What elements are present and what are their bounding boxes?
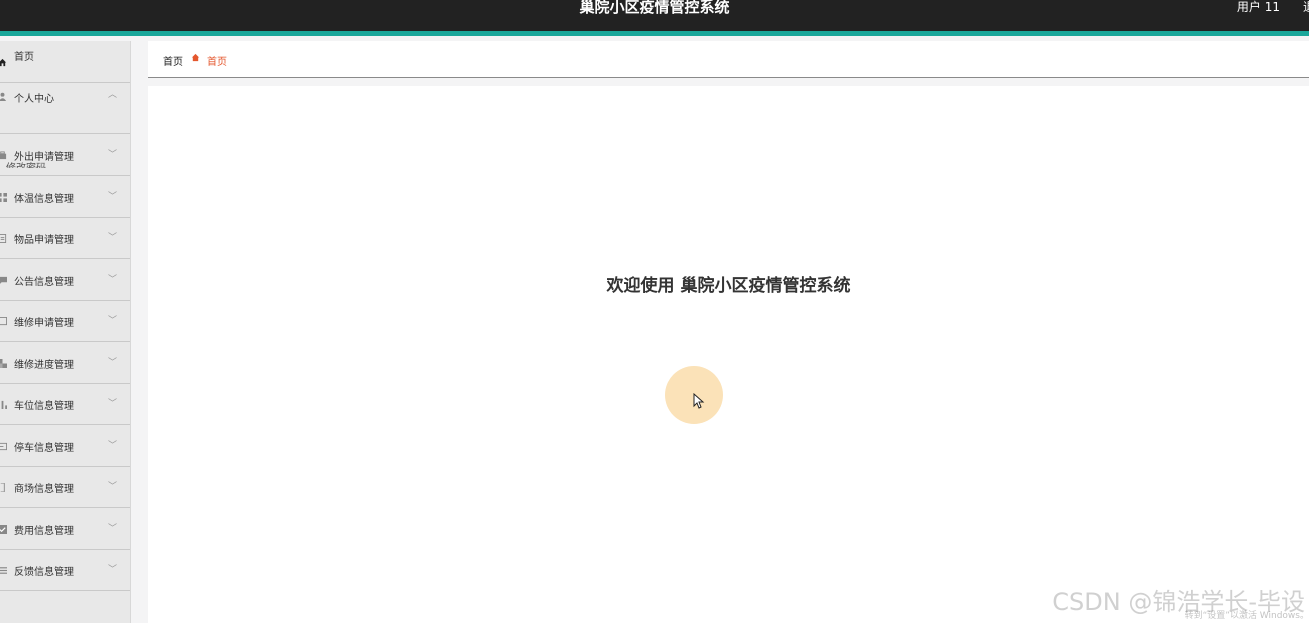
square-icon bbox=[0, 316, 7, 326]
chevron-down-icon: ﹀ bbox=[107, 441, 117, 451]
chevron-down-icon: ﹀ bbox=[107, 275, 117, 285]
grid-icon bbox=[0, 192, 7, 202]
windows-activation-notice: 转到“设置”以激活 Windows。 bbox=[1184, 611, 1309, 621]
sidebar-item-label: 维修申请管理 bbox=[14, 318, 74, 329]
chevron-down-icon: ﹀ bbox=[107, 358, 117, 368]
sidebar-item-label: 反馈信息管理 bbox=[14, 567, 74, 578]
breadcrumb-current: 首页 bbox=[207, 57, 227, 68]
chat-icon bbox=[0, 275, 7, 285]
sidebar-item-outing-application[interactable]: 外出申请管理 ﹀ bbox=[0, 134, 130, 176]
app-title: 巢院小区疫情管控系统 bbox=[579, 0, 730, 16]
sidebar-item-label: 维修进度管理 bbox=[14, 360, 74, 371]
top-header: 巢院小区疫情管控系统 用户 11 退 bbox=[0, 0, 1309, 36]
user-icon bbox=[0, 91, 7, 101]
chevron-down-icon: ﹀ bbox=[107, 150, 117, 160]
sidebar-item-label: 首页 bbox=[14, 52, 34, 63]
sidebar-item-fee-info[interactable]: 费用信息管理 ﹀ bbox=[0, 508, 130, 550]
sidebar-item-personal-center[interactable]: 个人中心 ︿ 修改密码 bbox=[0, 75, 130, 168]
sidebar-item-label: 公告信息管理 bbox=[14, 277, 74, 288]
sidebar: 首页 个人中心 ︿ 修改密码 外出申请管理 ﹀ 体温信息管理 ﹀ 物品申请管理 … bbox=[0, 41, 131, 623]
sidebar-item-label: 个人中心 bbox=[14, 94, 54, 105]
sidebar-item-parking-info[interactable]: 停车信息管理 ﹀ bbox=[0, 425, 130, 467]
main-content: 欢迎使用 巢院小区疫情管控系统 bbox=[148, 86, 1309, 623]
chevron-down-icon: ﹀ bbox=[107, 399, 117, 409]
sidebar-item-feedback-info[interactable]: 反馈信息管理 ﹀ bbox=[0, 549, 130, 591]
sidebar-item-mall-info[interactable]: 商场信息管理 ﹀ bbox=[0, 466, 130, 508]
sidebar-item-label: 车位信息管理 bbox=[14, 401, 74, 412]
breadcrumb-home-link[interactable]: 首页 bbox=[163, 53, 183, 68]
welcome-heading: 欢迎使用 巢院小区疫情管控系统 bbox=[606, 276, 851, 296]
sidebar-item-goods-application[interactable]: 物品申请管理 ﹀ bbox=[0, 217, 130, 259]
chart-icon bbox=[0, 399, 7, 409]
bag-icon bbox=[0, 150, 7, 160]
sidebar-item-repair-application[interactable]: 维修申请管理 ﹀ bbox=[0, 300, 130, 342]
breadcrumb: 首页 首页 bbox=[148, 41, 1309, 78]
sidebar-item-label: 外出申请管理 bbox=[14, 152, 74, 163]
sidebar-item-label: 物品申请管理 bbox=[14, 235, 74, 246]
mouse-cursor-icon bbox=[693, 392, 705, 413]
sidebar-item-announcement[interactable]: 公告信息管理 ﹀ bbox=[0, 259, 130, 301]
sidebar-item-label: 商场信息管理 bbox=[14, 484, 74, 495]
chevron-down-icon: ﹀ bbox=[107, 565, 117, 575]
chevron-down-icon: ﹀ bbox=[107, 192, 117, 202]
chevron-down-icon: ﹀ bbox=[107, 524, 117, 534]
home-icon bbox=[191, 53, 200, 65]
sidebar-item-temperature[interactable]: 体温信息管理 ﹀ bbox=[0, 176, 130, 218]
sidebar-item-parking-space[interactable]: 车位信息管理 ﹀ bbox=[0, 383, 130, 425]
check-icon bbox=[0, 524, 7, 534]
list-icon bbox=[0, 565, 7, 575]
document-icon bbox=[0, 233, 7, 243]
sidebar-item-label: 费用信息管理 bbox=[14, 526, 74, 537]
logout-button[interactable]: 退 bbox=[1303, 0, 1309, 15]
bracket-icon bbox=[0, 482, 7, 492]
chevron-up-icon: ︿ bbox=[107, 90, 117, 100]
puzzle-icon bbox=[0, 358, 7, 368]
chevron-down-icon: ﹀ bbox=[107, 316, 117, 326]
sidebar-item-label: 体温信息管理 bbox=[14, 194, 74, 205]
chevron-down-icon: ﹀ bbox=[107, 233, 117, 243]
sidebar-item-label: 停车信息管理 bbox=[14, 443, 74, 454]
card-icon bbox=[0, 441, 7, 451]
home-icon bbox=[0, 57, 7, 67]
user-name[interactable]: 用户 11 bbox=[1237, 0, 1280, 15]
sidebar-item-repair-progress[interactable]: 维修进度管理 ﹀ bbox=[0, 342, 130, 384]
chevron-down-icon: ﹀ bbox=[107, 482, 117, 492]
